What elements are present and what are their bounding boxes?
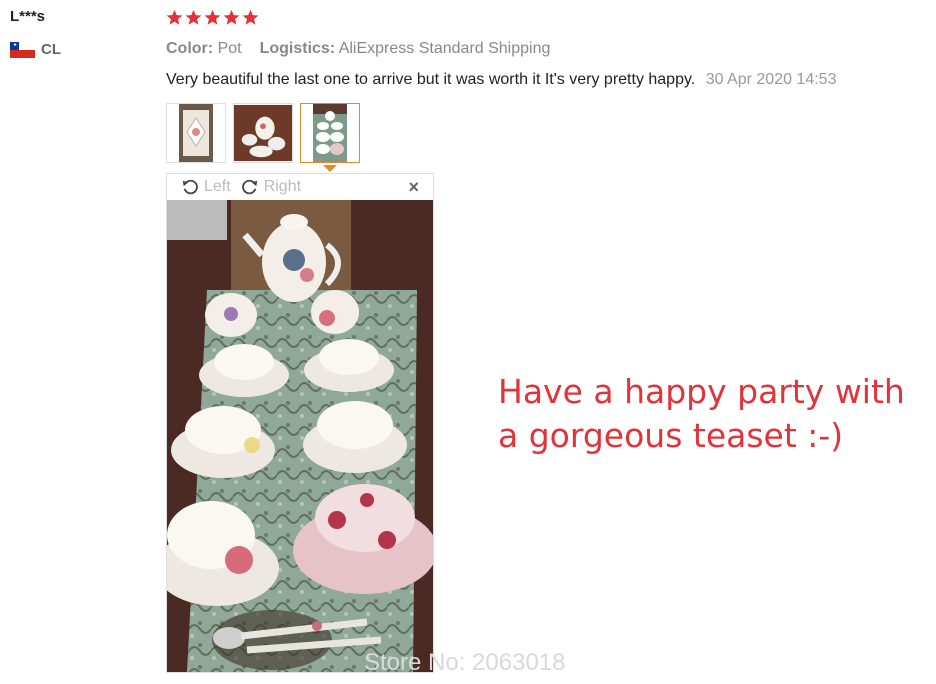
star-icon [204, 9, 221, 25]
star-icon [166, 9, 183, 25]
thumbnail-2[interactable] [233, 103, 293, 163]
star-icon [223, 9, 240, 25]
promo-line-1: Have a happy party with [498, 372, 905, 411]
viewer-toolbar: Left Right × [167, 174, 433, 200]
review-photo [167, 200, 433, 672]
review-date: 30 Apr 2020 14:53 [705, 71, 837, 88]
thumbnail-3[interactable] [300, 103, 360, 163]
image-viewer: Left Right × [166, 173, 434, 673]
review-text-row: Very beautiful the last one to arrive bu… [166, 71, 836, 89]
rotate-left-icon [182, 179, 198, 195]
logistics-value: AliExpress Standard Shipping [338, 40, 551, 57]
review-text: Very beautiful the last one to arrive bu… [166, 71, 696, 88]
rotate-right-button[interactable]: Right [241, 178, 301, 196]
review-thumbnails [166, 103, 360, 163]
active-thumbnail-caret [323, 165, 337, 172]
rotate-left-label: Left [204, 178, 231, 195]
thumbnail-1[interactable] [166, 103, 226, 163]
star-icon [185, 9, 202, 25]
color-value: Pot [217, 40, 242, 57]
reviewer-country: CL [10, 41, 61, 58]
rotate-left-button[interactable]: Left [181, 178, 231, 196]
order-meta: Color: Pot Logistics: AliExpress Standar… [166, 40, 550, 58]
logistics-label: Logistics: [259, 40, 336, 57]
reviewer-name: L***s [10, 8, 46, 25]
color-label: Color: [166, 40, 214, 57]
chile-flag-icon [10, 41, 35, 58]
promo-caption: Have a happy party with a gorgeous tease… [498, 370, 905, 458]
rotate-right-label: Right [263, 178, 302, 195]
rating-stars [166, 9, 259, 26]
rotate-right-icon [241, 179, 257, 195]
close-icon[interactable]: × [408, 177, 419, 198]
logistics-info: Logistics: AliExpress Standard Shipping [260, 40, 551, 58]
store-watermark: Store No: 2063018 [364, 649, 566, 676]
color-info: Color: Pot [166, 40, 242, 58]
star-icon [242, 9, 259, 25]
country-code: CL [41, 41, 61, 58]
promo-line-2: a gorgeous teaset :-) [498, 416, 844, 455]
